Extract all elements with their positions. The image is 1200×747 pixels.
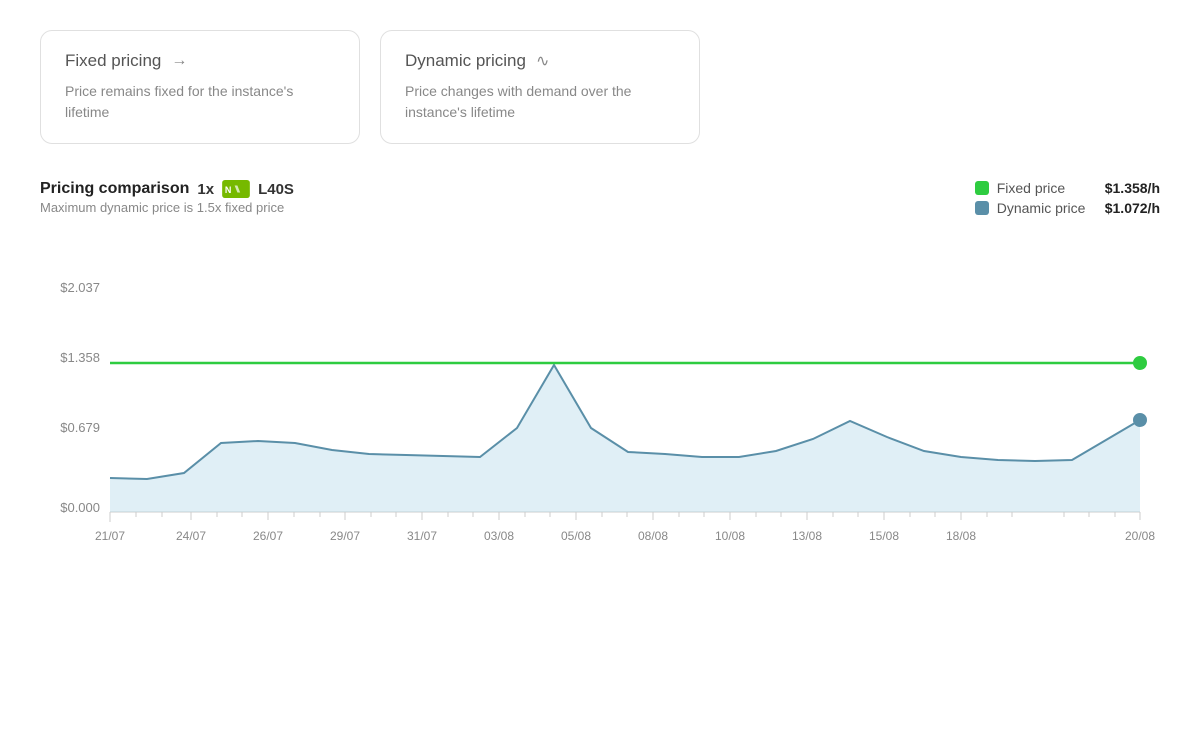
svg-text:$1.358: $1.358 [60,350,100,365]
svg-text:05/08: 05/08 [561,529,591,543]
price-chart-svg: $2.037 $1.358 $0.679 $0.000 [40,232,1160,572]
comparison-subtitle: Maximum dynamic price is 1.5x fixed pric… [40,200,294,215]
comparison-title: Pricing comparison [40,180,189,198]
dynamic-price-legend-label: Dynamic price [997,200,1097,216]
fixed-pricing-title: Fixed pricing → [65,51,335,71]
dynamic-price-dot [1133,413,1147,427]
comparison-title-row: Pricing comparison 1x N L40S [40,180,294,198]
svg-text:$2.037: $2.037 [60,280,100,295]
fixed-pricing-icon: → [171,52,187,70]
svg-text:13/08: 13/08 [792,529,822,543]
dynamic-price-area [110,365,1140,512]
svg-text:N: N [225,185,232,195]
fixed-price-legend-label: Fixed price [997,180,1097,196]
dynamic-price-legend: Dynamic price $1.072/h [975,200,1160,216]
svg-text:$0.679: $0.679 [60,420,100,435]
svg-text:20/08: 20/08 [1125,529,1155,543]
quantity-badge: 1x [197,181,214,198]
comparison-section: Pricing comparison 1x N L40S Maximum dyn… [40,180,1160,216]
price-chart: $2.037 $1.358 $0.679 $0.000 [40,232,1160,572]
dynamic-pricing-icon: ∿ [536,51,549,71]
dynamic-price-legend-value: $1.072/h [1105,200,1160,216]
svg-text:24/07: 24/07 [176,529,206,543]
svg-text:08/08: 08/08 [638,529,668,543]
legend: Fixed price $1.358/h Dynamic price $1.07… [975,180,1160,216]
comparison-left: Pricing comparison 1x N L40S Maximum dyn… [40,180,294,215]
fixed-pricing-label: Fixed pricing [65,51,161,71]
svg-text:03/08: 03/08 [484,529,514,543]
fixed-pricing-desc: Price remains fixed for the instance's l… [65,81,335,123]
svg-text:29/07: 29/07 [330,529,360,543]
svg-text:26/07: 26/07 [253,529,283,543]
dynamic-pricing-desc: Price changes with demand over the insta… [405,81,675,123]
fixed-price-legend: Fixed price $1.358/h [975,180,1160,196]
svg-text:18/08: 18/08 [946,529,976,543]
fixed-price-legend-value: $1.358/h [1105,180,1160,196]
dynamic-pricing-label: Dynamic pricing [405,51,526,71]
fixed-price-dot [975,181,989,195]
dynamic-pricing-title: Dynamic pricing ∿ [405,51,675,71]
comparison-header: Pricing comparison 1x N L40S Maximum dyn… [40,180,1160,216]
pricing-cards-container: Fixed pricing → Price remains fixed for … [40,30,1160,144]
svg-text:31/07: 31/07 [407,529,437,543]
nvidia-icon: N [222,180,250,198]
gpu-name: L40S [258,181,294,198]
svg-text:21/07: 21/07 [95,529,125,543]
svg-text:$0.000: $0.000 [60,500,100,515]
svg-text:15/08: 15/08 [869,529,899,543]
dynamic-price-dot [975,201,989,215]
dynamic-pricing-card[interactable]: Dynamic pricing ∿ Price changes with dem… [380,30,700,144]
fixed-price-dot [1133,356,1147,370]
svg-text:10/08: 10/08 [715,529,745,543]
fixed-pricing-card[interactable]: Fixed pricing → Price remains fixed for … [40,30,360,144]
